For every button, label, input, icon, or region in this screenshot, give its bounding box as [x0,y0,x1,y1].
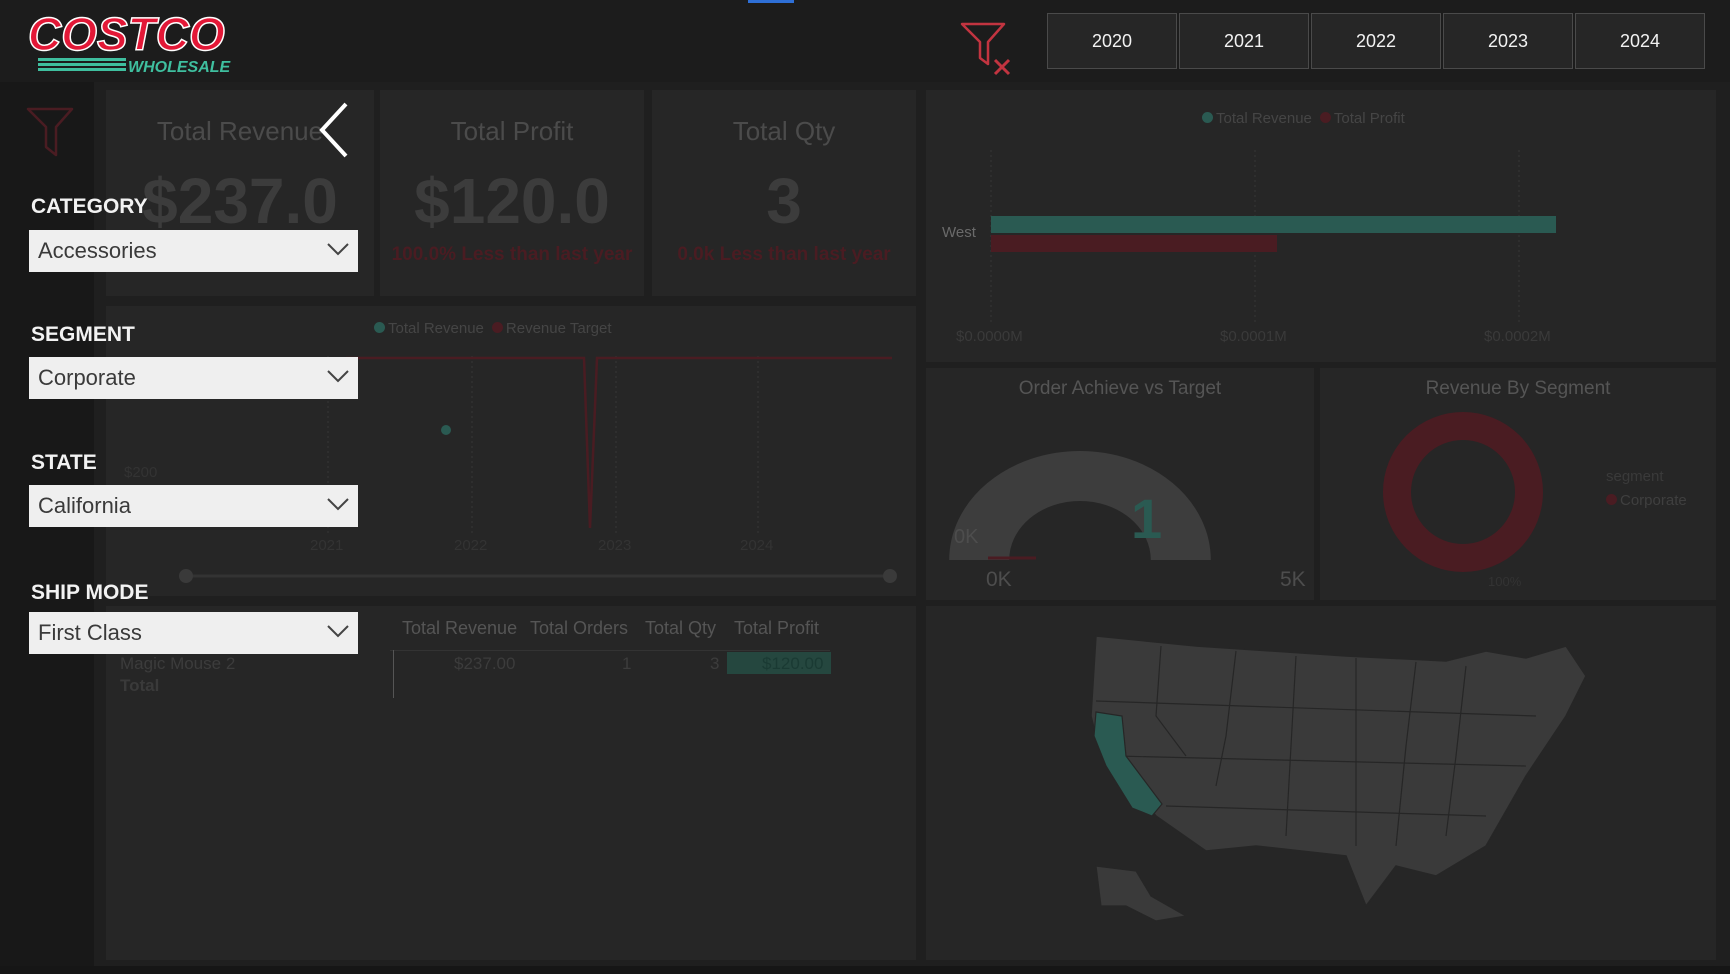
bar-total-revenue [991,216,1556,233]
clear-filters-icon[interactable] [958,20,1014,76]
donut-pct: 100% [1488,574,1522,589]
segment-dropdown[interactable]: Corporate [29,357,358,399]
segment-dropdown-value: Corporate [38,365,136,390]
table-row-name[interactable]: Magic Mouse 2 [120,654,235,674]
year-button-2023[interactable]: 2023 [1443,13,1573,69]
table-cell-revenue: $237.00 [454,654,516,673]
kpi-card-profit: Total Profit $120.0 100.0% Less than las… [380,90,644,296]
slicer-label-category: CATEGORY [31,195,148,218]
state-dropdown[interactable]: California [29,485,358,527]
y-tick: $200 [124,464,158,481]
bar-chart-plot [990,150,1556,325]
ship-mode-dropdown-value: First Class [38,620,142,645]
chevron-down-icon [327,625,349,638]
kpi-trend: 0.0k Less than last year [677,244,891,265]
region-bar-chart: Total Revenue Total Profit West $0.0000M… [926,90,1716,362]
x-tick: 2021 [310,537,344,554]
category-dropdown[interactable]: Accessories [29,230,358,272]
us-states-shape [1090,635,1587,908]
collapse-pane-chevron-icon[interactable] [316,100,356,160]
line-chart-plot [179,356,897,583]
filter-pane-funnel-icon[interactable] [26,105,76,161]
order-gauge-card: Order Achieve vs Target 1 0K 0K 5K [926,368,1314,600]
us-map-card [926,606,1716,960]
range-slider-handle-right [883,569,897,583]
donut-legend-label: Corporate [1620,492,1687,509]
gauge-min: 0K [986,568,1012,591]
chevron-down-icon [327,243,349,256]
year-button-2021[interactable]: 2021 [1179,13,1309,69]
x-tick: $0.0002M [1484,328,1551,345]
gauge-max: 5K [1280,568,1306,591]
bottom-edge [0,966,1730,974]
top-bar: COSTCO WHOLESALE 2020 2021 2022 2023 202… [0,0,1730,82]
table-total-label: Total [120,676,160,695]
chevron-down-icon [327,498,349,511]
slicer-label-state: STATE [31,451,97,474]
slicer-label-ship-mode: SHIP MODE [31,581,149,604]
kpi-trend: 100.0% Less than last year [391,244,633,265]
year-button-2024[interactable]: 2024 [1575,13,1705,69]
dashboard-canvas: COSTCO WHOLESALE 2020 2021 2022 2023 202… [0,0,1730,974]
bar-total-profit [991,235,1277,252]
gauge-plot [949,451,1211,561]
gauge-value: 1 [1131,487,1163,550]
x-tick: $0.0000M [956,328,1023,345]
chevron-down-icon [327,370,349,383]
kpi-value: 3 [766,165,802,237]
column-header-profit[interactable]: Total Profit [734,618,819,639]
year-button-2022[interactable]: 2022 [1311,13,1441,69]
logo-wordmark: COSTCO [28,10,225,60]
page-indicator [748,0,794,3]
alaska-shape [1095,865,1188,922]
table-divider [390,650,830,651]
slicer-label-segment: SEGMENT [31,323,135,346]
donut-legend-item: Corporate [1606,492,1687,509]
column-header-qty[interactable]: Total Qty [645,618,716,639]
gauge-target-label: 0K [954,526,979,548]
table-vertical-line [393,650,394,698]
ship-mode-dropdown[interactable]: First Class [29,612,358,654]
donut-legend-title: segment [1606,468,1664,485]
x-tick: 2022 [454,537,488,554]
range-slider-handle-left [179,569,193,583]
table-cell-profit: $120.00 [762,654,824,673]
table-cell-qty: 3 [710,654,720,673]
donut-slice-corporate [1383,412,1543,572]
state-dropdown-value: California [38,493,131,518]
costco-logo: COSTCO WHOLESALE [28,10,232,76]
category-dropdown-value: Accessories [38,238,157,263]
kpi-value: $120.0 [414,165,610,237]
revenue-line-chart: Total Revenue Revenue Target $200 2021 2… [106,306,916,596]
table-cell-orders: 1 [622,654,632,673]
column-header-revenue[interactable]: Total Revenue [402,618,517,639]
us-map [1090,635,1587,922]
column-header-orders[interactable]: Total Orders [530,618,628,639]
kpi-card-qty: Total Qty 3 0.0k Less than last year [652,90,916,296]
revenue-target-line [346,356,892,529]
kpi-title: Total Profit [450,116,574,146]
year-button-2020[interactable]: 2020 [1047,13,1177,69]
x-tick: $0.0001M [1220,328,1287,345]
kpi-title: Total Qty [732,116,836,146]
logo-tagline: WHOLESALE [128,59,232,76]
x-tick: 2023 [598,537,632,554]
revenue-point [441,425,451,435]
revenue-by-segment-card: Revenue By Segment segment Corporate 100… [1320,368,1716,600]
x-tick: 2024 [740,537,774,554]
